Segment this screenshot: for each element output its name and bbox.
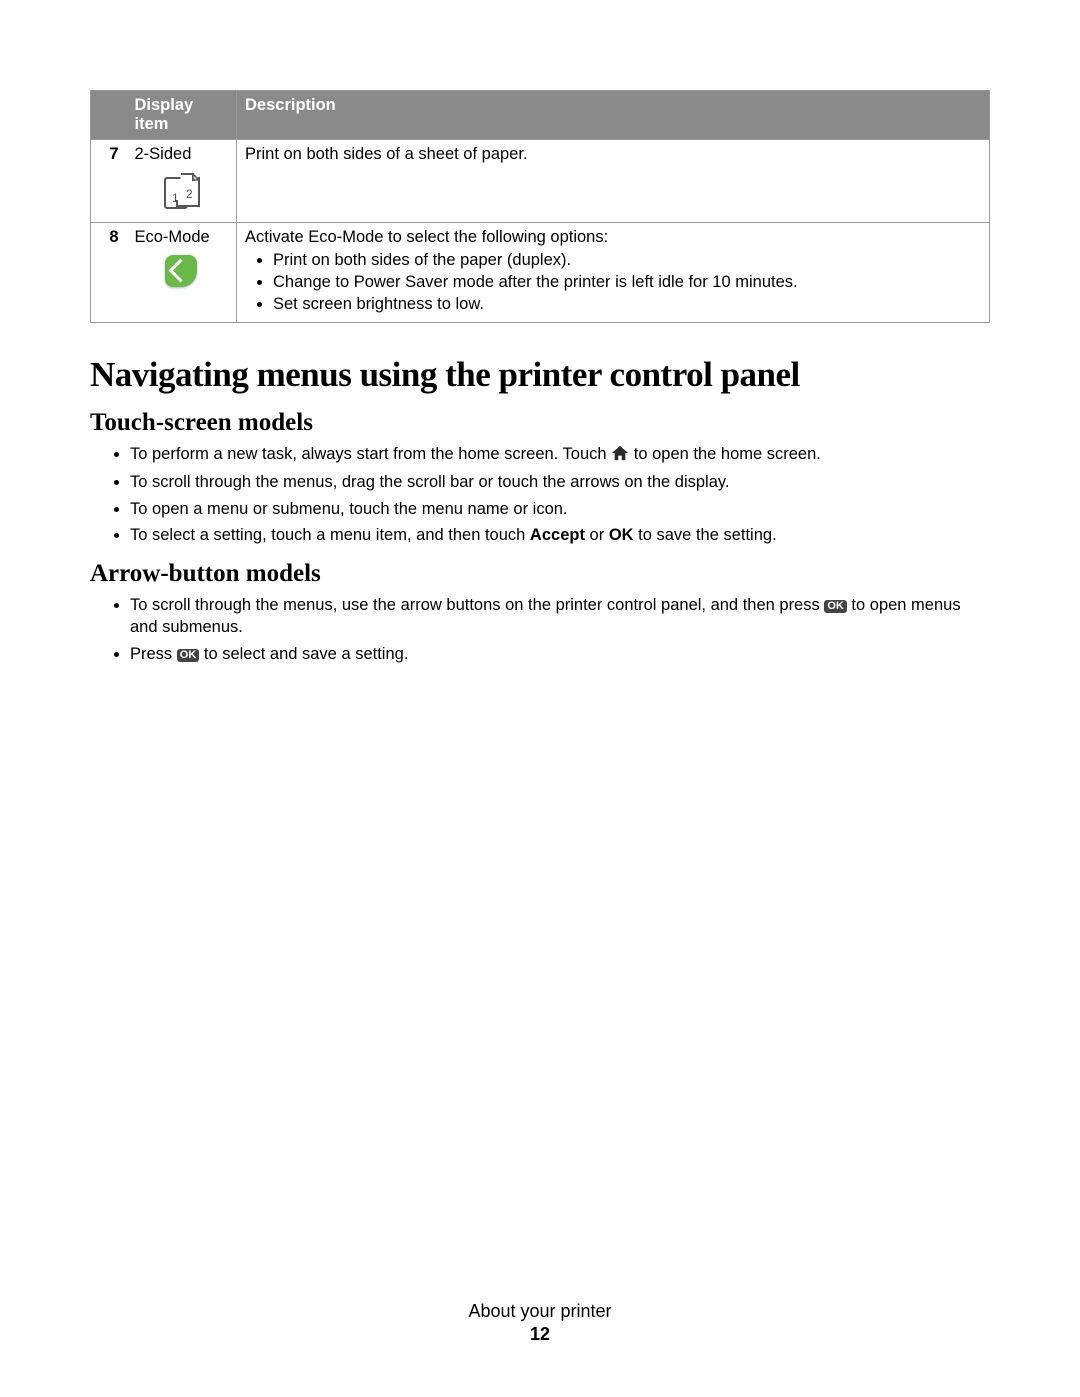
table-row: 7 2-Sided 1 2 Print on both sides: [91, 140, 990, 223]
page-footer: About your printer 12: [0, 1301, 1080, 1345]
row-num: 7: [91, 140, 127, 223]
row-desc: Print on both sides of a sheet of paper.: [237, 140, 990, 223]
eco-bullet: Print on both sides of the paper (duplex…: [273, 251, 981, 270]
row-name: Eco-Mode: [135, 228, 229, 247]
display-item-table: Display item Description 7 2-Sided 1 2: [90, 90, 990, 323]
list-item: To scroll through the menus, drag the sc…: [130, 471, 990, 493]
subheading-arrowbutton: Arrow-button models: [90, 560, 990, 588]
touchscreen-list: To perform a new task, always start from…: [90, 443, 990, 546]
list-item: To scroll through the menus, use the arr…: [130, 594, 990, 639]
row-num: 8: [91, 223, 127, 323]
list-item: To open a menu or submenu, touch the men…: [130, 498, 990, 520]
svg-text:1: 1: [172, 191, 179, 205]
duplex-icon: 1 2: [162, 172, 200, 217]
ok-button-icon: OK: [824, 600, 847, 613]
th-description: Description: [237, 91, 990, 140]
arrowbutton-list: To scroll through the menus, use the arr…: [90, 594, 990, 665]
home-icon: [611, 445, 629, 467]
row-name-cell: 2-Sided 1 2: [127, 140, 237, 223]
subheading-touchscreen: Touch-screen models: [90, 409, 990, 437]
list-item: To perform a new task, always start from…: [130, 443, 990, 467]
footer-section: About your printer: [0, 1301, 1080, 1322]
table-row: 8 Eco-Mode Activate Eco-Mode to select t…: [91, 223, 990, 323]
ok-button-icon: OK: [177, 649, 200, 662]
row-desc: Activate Eco-Mode to select the followin…: [245, 228, 981, 247]
eco-bullet: Set screen brightness to low.: [273, 295, 981, 314]
eco-mode-icon: [165, 255, 197, 287]
row-desc-cell: Activate Eco-Mode to select the followin…: [237, 223, 990, 323]
list-item: Press OK to select and save a setting.: [130, 643, 990, 665]
page-number: 12: [0, 1324, 1080, 1345]
row-name-cell: Eco-Mode: [127, 223, 237, 323]
th-display-item-num: [91, 91, 127, 140]
th-display-item: Display item: [127, 91, 237, 140]
page-heading: Navigating menus using the printer contr…: [90, 355, 990, 395]
row-name: 2-Sided: [135, 145, 229, 164]
eco-bullet: Change to Power Saver mode after the pri…: [273, 273, 981, 292]
svg-text:2: 2: [186, 187, 193, 201]
list-item: To select a setting, touch a menu item, …: [130, 524, 990, 546]
